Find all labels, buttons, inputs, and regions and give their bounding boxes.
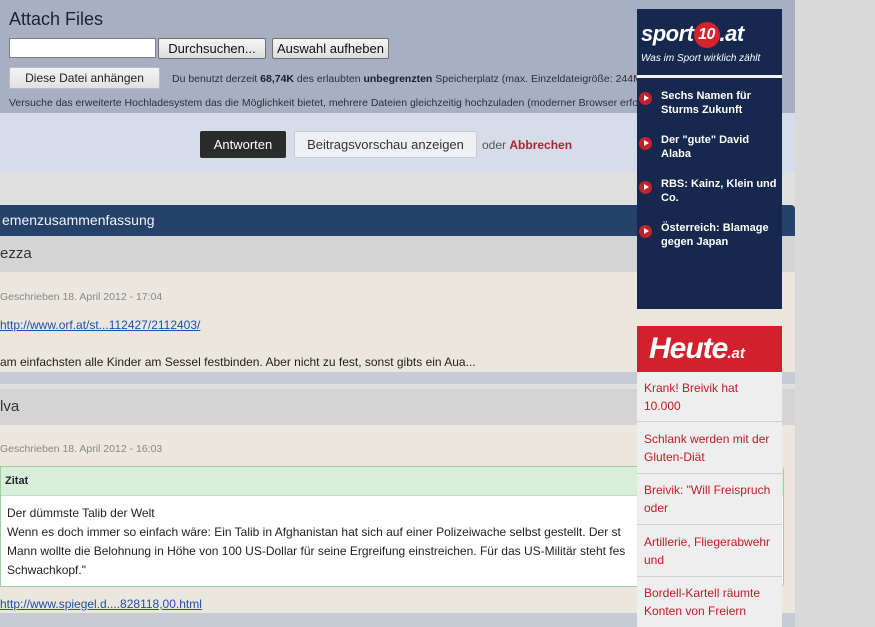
quote-line: Schwachkopf."	[7, 563, 86, 577]
file-path-input[interactable]	[9, 38, 156, 58]
forum-page: Attach Files Durchsuchen... Auswahl aufh…	[0, 0, 795, 627]
browse-button[interactable]: Durchsuchen...	[158, 38, 266, 59]
post-link[interactable]: http://www.spiegel.d....828118,00.html	[0, 597, 202, 611]
attach-files-title: Attach Files	[9, 9, 104, 29]
heute-ad[interactable]: Heute.at Krank! Breivik hat 10.000 Schla…	[637, 326, 782, 627]
arrow-right-icon	[639, 225, 652, 238]
page-margin	[795, 0, 875, 627]
sport10-tagline: Was im Sport wirklich zählt	[641, 53, 761, 64]
arrow-right-icon	[639, 137, 652, 150]
heute-logo[interactable]: Heute.at	[637, 326, 782, 372]
sport-headline[interactable]: Der "gute" David Alaba	[661, 133, 779, 161]
quota-text: Du benutzt derzeit 68,74K des erlaubten …	[172, 73, 653, 85]
post-date: Geschrieben 18. April 2012 - 17:04	[0, 291, 163, 303]
arrow-right-icon	[639, 92, 652, 105]
quote-line: Der dümmste Talib der Welt	[7, 506, 155, 520]
sport-headline[interactable]: Österreich: Blamage gegen Japan	[661, 221, 779, 249]
heute-headline[interactable]: Krank! Breivik hat 10.000	[637, 378, 782, 422]
sport-headline[interactable]: RBS: Kainz, Klein und Co.	[661, 177, 779, 205]
preview-button[interactable]: Beitragsvorschau anzeigen	[294, 131, 477, 158]
heute-headline[interactable]: Schlank werden mit der Gluten-Diät	[637, 430, 782, 474]
post-author[interactable]: ezza	[0, 245, 32, 262]
reply-button[interactable]: Antworten	[200, 131, 286, 158]
sport-headline[interactable]: Sechs Namen für Sturms Zukunft	[661, 89, 779, 117]
sport10-logo[interactable]: sport 10 .at Was im Sport wirklich zählt	[637, 9, 782, 78]
post-text: am einfachsten alle Kinder am Sessel fes…	[0, 355, 476, 369]
advanced-uploader-hint[interactable]: Versuche das erweiterte Hochladesystem d…	[9, 97, 679, 109]
sport10-number-badge: 10	[693, 22, 720, 49]
cancel-row: oder Abbrechen	[482, 138, 573, 152]
cancel-link[interactable]: Abbrechen	[509, 138, 572, 152]
heute-headline[interactable]: Artillerie, Fliegerabwehr und	[637, 533, 782, 577]
attach-file-button[interactable]: Diese Datei anhängen	[9, 67, 160, 89]
quote-line: Mann wollte die Belohnung in Höhe von 10…	[7, 544, 626, 558]
heute-headline[interactable]: Breivik: "Will Freispruch oder	[637, 481, 782, 525]
post-author[interactable]: lva	[0, 398, 19, 415]
sport10-ad[interactable]: sport 10 .at Was im Sport wirklich zählt S…	[637, 9, 782, 309]
post-date: Geschrieben 18. April 2012 - 16:03	[0, 443, 163, 455]
arrow-right-icon	[639, 181, 652, 194]
quote-line: Wenn es doch immer so einfach wäre: Ein …	[7, 525, 621, 539]
heute-headline[interactable]: Bordell-Kartell räumte Konten von Freier…	[637, 584, 782, 627]
clear-selection-button[interactable]: Auswahl aufheben	[272, 38, 389, 59]
post-link[interactable]: http://www.orf.at/st...112427/2112403/	[0, 318, 200, 332]
